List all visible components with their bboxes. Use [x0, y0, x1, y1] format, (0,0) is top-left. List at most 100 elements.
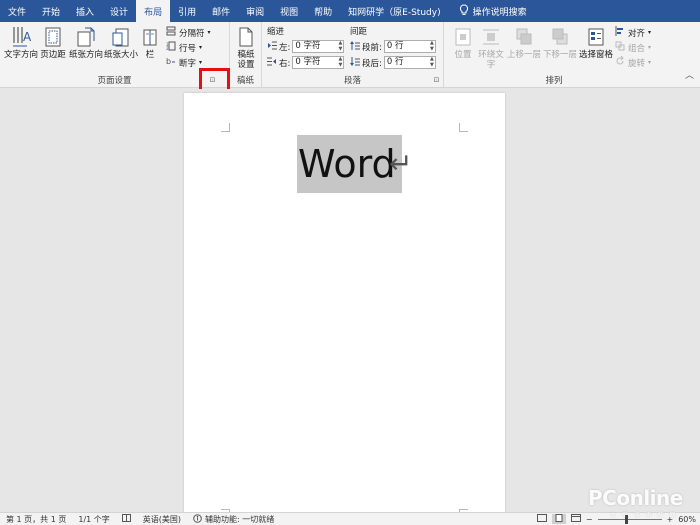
bring-forward-button[interactable]: 上移一层: [506, 24, 542, 60]
accessibility-status[interactable]: 辅助功能: 一切就绪: [187, 513, 280, 525]
size-label: 纸张大小: [104, 50, 139, 60]
group-objects-label: 组合: [628, 43, 646, 54]
tab-insert[interactable]: 插入: [68, 0, 102, 22]
columns-button[interactable]: 栏: [140, 24, 160, 60]
spacing-before-icon: [350, 40, 360, 53]
orientation-label: 纸张方向: [68, 50, 103, 60]
position-label: 位置: [454, 50, 472, 60]
chevron-down-icon: ▾: [199, 44, 203, 51]
svg-text:A: A: [23, 30, 31, 44]
accessibility-icon: [193, 513, 202, 525]
columns-icon: [139, 24, 161, 50]
rotate-button[interactable]: 旋转 ▾: [615, 55, 652, 69]
zoom-out-button[interactable]: −: [586, 515, 593, 524]
selection-pane-icon: [585, 24, 607, 50]
wrap-text-icon: [480, 24, 502, 50]
arrange-group-label: 排列: [545, 76, 563, 86]
group-icon: [615, 41, 625, 54]
columns-label: 栏: [145, 50, 155, 60]
document-page[interactable]: Word ↵: [184, 93, 505, 512]
paragraph-dialog-launcher[interactable]: ⊡: [432, 76, 441, 85]
svg-text:b: b: [166, 57, 171, 66]
breaks-label: 分隔符: [179, 28, 205, 39]
size-button[interactable]: 纸张大小: [104, 24, 138, 60]
margins-button[interactable]: 页边距: [38, 24, 68, 60]
send-backward-label: 下移一层: [542, 50, 577, 60]
tab-help[interactable]: 帮助: [306, 0, 340, 22]
tab-home[interactable]: 开始: [34, 0, 68, 22]
align-icon: [615, 26, 625, 39]
wrap-text-button[interactable]: 环绕文字: [477, 24, 505, 70]
indent-right-icon: [267, 57, 277, 69]
orientation-icon: [75, 24, 97, 50]
zoom-level[interactable]: 60%: [678, 515, 696, 524]
spinner-arrows-icon[interactable]: ▲ ▼: [339, 56, 343, 68]
group-page-setup: A 文字方向 页边距 纸张方向 纸张大小 栏 分隔符 ▾ 1 2 行号 ▾ b …: [0, 22, 230, 88]
spinner-arrows-icon[interactable]: ▲ ▼: [430, 56, 434, 68]
indent-left-input[interactable]: 0 字符 ▲ ▼: [292, 40, 345, 53]
manuscript-setup-button[interactable]: 稿纸 设置: [232, 24, 260, 70]
margins-label: 页边距: [40, 50, 66, 60]
collapse-ribbon-chevron-up-icon[interactable]: ︿: [685, 68, 694, 81]
tab-review[interactable]: 审阅: [238, 0, 272, 22]
tab-references[interactable]: 引用: [170, 0, 204, 22]
tab-design[interactable]: 设计: [102, 0, 136, 22]
indent-left-label: 左:: [279, 42, 291, 53]
paper-size-icon: [110, 24, 132, 50]
orientation-button[interactable]: 纸张方向: [68, 24, 104, 60]
hyphenation-label: 断字: [179, 58, 197, 69]
proofing-status[interactable]: [116, 514, 137, 524]
tab-layout[interactable]: 布局: [136, 0, 171, 22]
spacing-after-input[interactable]: 0 行 ▲ ▼: [383, 56, 436, 69]
focus-mode-icon[interactable]: [536, 514, 547, 524]
tab-file[interactable]: 文件: [0, 0, 34, 22]
group-manuscript: 稿纸 设置 稿纸: [230, 22, 262, 88]
text-direction-button[interactable]: A 文字方向: [4, 24, 38, 60]
send-backward-icon: [549, 24, 571, 50]
send-backward-button[interactable]: 下移一层: [542, 24, 578, 60]
indent-title: 缩进: [267, 27, 285, 37]
tab-mailings[interactable]: 邮件: [204, 0, 238, 22]
web-layout-icon[interactable]: [570, 514, 581, 524]
position-icon: [452, 24, 474, 50]
line-numbers-icon: 12: [166, 41, 176, 54]
align-button[interactable]: 对齐 ▾: [615, 26, 651, 39]
indent-left-icon: [267, 41, 277, 53]
chevron-down-icon: ▾: [648, 44, 652, 51]
align-label: 对齐: [628, 28, 646, 39]
pconline-watermark: PConline 太 平 洋 电 脑 网: [588, 486, 683, 519]
indent-left-row: 左: 0 字符 ▲ ▼: [267, 40, 345, 53]
position-button[interactable]: 位置: [450, 24, 476, 60]
indent-right-label: 右:: [279, 58, 291, 69]
breaks-icon: [166, 26, 176, 39]
hyphenation-button[interactable]: b 断字 ▾: [166, 56, 202, 69]
tell-me-search[interactable]: 操作说明搜索: [459, 0, 527, 22]
spinner-arrows-icon[interactable]: ▲ ▼: [339, 40, 343, 52]
language-status[interactable]: 英语(美国): [137, 514, 187, 525]
tell-me-label: 操作说明搜索: [472, 7, 527, 18]
chevron-down-icon: ▾: [648, 59, 652, 66]
manuscript-setup-label: 稿纸 设置: [237, 50, 255, 70]
tab-e-study[interactable]: 知网研学（原E-Study): [340, 0, 448, 22]
proofing-book-icon: [121, 514, 131, 524]
document-text[interactable]: Word ↵: [297, 135, 412, 193]
selection-pane-button[interactable]: 选择窗格: [578, 24, 614, 60]
line-numbers-button[interactable]: 12 行号 ▾: [166, 41, 202, 54]
spinner-arrows-icon[interactable]: ▲ ▼: [430, 40, 434, 52]
spacing-before-label: 段前:: [362, 42, 382, 53]
indent-right-input[interactable]: 0 字符 ▲ ▼: [292, 56, 345, 69]
document-area[interactable]: Word ↵: [0, 89, 700, 512]
word-count[interactable]: 1/1 个字: [72, 514, 115, 525]
group-objects-button[interactable]: 组合 ▾: [615, 41, 651, 54]
page-count[interactable]: 第 1 页，共 1 页: [0, 514, 72, 525]
tab-view[interactable]: 视图: [272, 0, 306, 22]
spacing-before-input[interactable]: 0 行 ▲ ▼: [383, 40, 436, 53]
breaks-button[interactable]: 分隔符 ▾: [166, 26, 211, 39]
spacing-title: 间距: [350, 27, 368, 37]
print-layout-icon[interactable]: [551, 514, 566, 524]
margins-icon: [42, 24, 64, 50]
ribbon-tab-bar: 文件 开始 插入 设计 布局 引用 邮件 审阅 视图 帮助 知网研学（原E-St…: [0, 0, 700, 22]
chevron-down-icon: ▾: [207, 29, 211, 36]
selected-text[interactable]: Word: [297, 135, 402, 193]
group-arrange: 位置 环绕文字 上移一层 下移一层 选择窗格 对齐 ▾ 组合 ▾ 旋转 ▾ 排列: [444, 22, 664, 88]
